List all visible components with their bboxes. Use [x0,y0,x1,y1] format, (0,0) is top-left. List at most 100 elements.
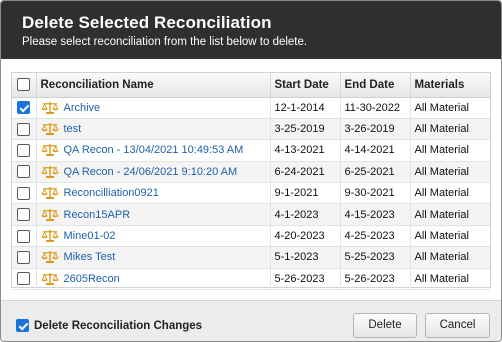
column-header-materials[interactable]: Materials [410,73,490,98]
row-checkbox[interactable] [17,101,31,115]
table-row[interactable]: Archive 12-1-2014 11-30-2022 All Material [12,97,490,119]
materials-cell: All Material [410,161,490,184]
end-date-cell: 6-25-2021 [340,161,411,184]
dialog-footer: Delete Reconciliation Changes Delete Can… [1,300,501,341]
materials-cell: All Material [410,97,490,119]
row-checkbox[interactable] [17,186,31,200]
row-checkbox[interactable] [17,165,31,179]
reconciliation-name-link[interactable]: Mikes Test [64,251,116,263]
end-date-cell: 5-26-2023 [340,268,411,291]
row-checkbox[interactable] [17,122,31,136]
scale-icon [40,272,59,286]
materials-cell: All Material [410,182,490,205]
cancel-button[interactable]: Cancel [425,313,490,338]
name-cell: Mine01-02 [36,225,271,248]
column-header-end-date[interactable]: End Date [340,73,411,98]
start-date-cell: 4-1-2023 [270,203,341,226]
dialog-title: Delete Selected Reconciliation [22,13,272,32]
delete-button[interactable]: Delete [353,313,417,338]
materials-cell: All Material [410,225,490,248]
name-cell: Mikes Test [36,246,271,269]
delete-changes-option[interactable]: Delete Reconciliation Changes [16,319,202,332]
table-row[interactable]: QA Recon - 24/06/2021 9:10:20 AM 6-24-202… [12,161,490,184]
end-date-cell: 9-30-2021 [340,182,411,205]
start-date-cell: 6-24-2021 [270,161,341,184]
row-checkbox-cell [12,161,37,184]
start-date-cell: 5-26-2023 [270,268,341,291]
row-checkbox-cell [12,97,37,119]
row-checkbox-cell [12,203,37,226]
table-row[interactable]: Recon15APR 4-1-2023 4-15-2023 All Material [12,203,490,226]
dialog-subtitle: Please select reconciliation from the li… [22,36,308,48]
row-checkbox[interactable] [17,250,31,264]
end-date-cell: 4-25-2023 [340,225,411,248]
name-cell: QA Recon - 24/06/2021 9:10:20 AM [36,161,271,184]
column-header-start-date[interactable]: Start Date [270,73,341,98]
reconciliation-name-link[interactable]: Archive [64,102,101,114]
table-row[interactable]: 2605Recon 5-26-2023 5-26-2023 All Material [12,268,490,291]
reconciliation-name-link[interactable]: QA Recon - 13/04/2021 10:49:53 AM [64,144,244,156]
table-row[interactable]: Mikes Test 5-1-2023 5-25-2023 All Material [12,246,490,269]
end-date-cell: 5-25-2023 [340,246,411,269]
name-cell: test [36,118,271,141]
start-date-cell: 4-20-2023 [270,225,341,248]
row-checkbox[interactable] [17,272,31,286]
row-checkbox-cell [12,225,37,248]
name-cell: Reconcilliation0921 [36,182,271,205]
scale-icon [40,143,59,157]
column-header-name[interactable]: Reconciliation Name [36,73,271,98]
table-row[interactable]: Mine01-02 4-20-2023 4-25-2023 All Material [12,225,490,248]
name-cell: 2605Recon [36,268,271,291]
dialog-header: Delete Selected Reconciliation Please se… [1,1,501,59]
row-checkbox-cell [12,246,37,269]
delete-reconciliation-dialog: Delete Selected Reconciliation Please se… [0,0,502,342]
name-cell: QA Recon - 13/04/2021 10:49:53 AM [36,139,271,162]
select-all-cell [12,73,37,98]
table-row[interactable]: Reconcilliation0921 9-1-2021 9-30-2021 All … [12,182,490,205]
name-cell: Archive [36,97,271,119]
delete-changes-checkbox[interactable] [16,319,29,332]
start-date-cell: 12-1-2014 [270,97,341,119]
delete-changes-label: Delete Reconciliation Changes [34,319,203,332]
reconciliation-table: Reconciliation Name Start Date End Date … [12,73,490,291]
select-all-checkbox[interactable] [17,78,31,92]
scale-icon [40,208,59,222]
materials-cell: All Material [410,139,490,162]
end-date-cell: 3-26-2019 [340,118,411,141]
scale-icon [40,229,59,243]
scale-icon [40,165,59,179]
row-checkbox-cell [12,118,37,141]
reconciliation-name-link[interactable]: 2605Recon [64,273,120,285]
end-date-cell: 11-30-2022 [340,97,411,119]
scale-icon [40,250,59,264]
reconciliation-name-link[interactable]: Mine01-02 [64,230,116,242]
end-date-cell: 4-15-2023 [340,203,411,226]
end-date-cell: 4-14-2021 [340,139,411,162]
row-checkbox[interactable] [17,229,31,243]
materials-cell: All Material [410,203,490,226]
name-cell: Recon15APR [36,203,271,226]
scale-icon [40,186,59,200]
table-row[interactable]: QA Recon - 13/04/2021 10:49:53 AM 4-13-20… [12,139,490,162]
reconciliation-name-link[interactable]: test [64,123,82,135]
reconciliation-name-link[interactable]: Recon15APR [64,209,131,221]
row-checkbox-cell [12,268,37,291]
reconciliation-name-link[interactable]: QA Recon - 24/06/2021 9:10:20 AM [64,166,238,178]
scale-icon [40,122,59,136]
row-checkbox[interactable] [17,208,31,222]
start-date-cell: 4-13-2021 [270,139,341,162]
scale-icon [40,101,59,115]
table-header-row: Reconciliation Name Start Date End Date … [12,73,490,98]
reconciliation-name-link[interactable]: Reconcilliation0921 [64,187,159,199]
start-date-cell: 9-1-2021 [270,182,341,205]
start-date-cell: 5-1-2023 [270,246,341,269]
row-checkbox-cell [12,182,37,205]
table-row[interactable]: test 3-25-2019 3-26-2019 All Material [12,118,490,141]
materials-cell: All Material [410,246,490,269]
materials-cell: All Material [410,268,490,291]
materials-cell: All Material [410,118,490,141]
reconciliation-grid: Reconciliation Name Start Date End Date … [11,72,491,291]
start-date-cell: 3-25-2019 [270,118,341,141]
row-checkbox-cell [12,139,37,162]
row-checkbox[interactable] [17,143,31,157]
